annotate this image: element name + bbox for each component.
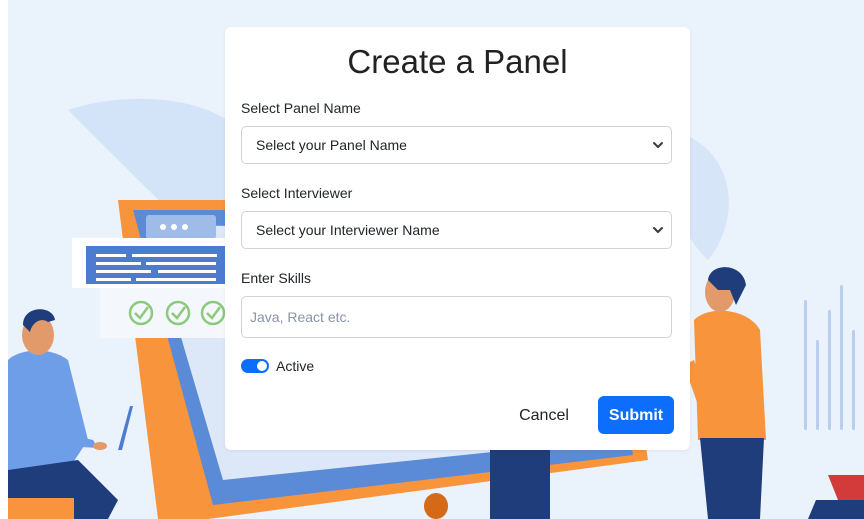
active-toggle[interactable] [241,359,269,373]
panel-name-select-value: Select your Panel Name [256,137,407,153]
modal-title: Create a Panel [347,43,568,80]
active-toggle-label: Active [276,358,315,374]
panel-name-select[interactable]: Select your Panel Name [241,126,672,164]
interviewer-label: Select Interviewer [241,185,353,201]
skills-label: Enter Skills [241,270,312,286]
create-panel-modal: Create a Panel Select Panel Name Select … [225,27,690,450]
chevron-down-icon [653,142,663,148]
toggle-knob [257,361,267,371]
submit-button[interactable]: Submit [598,396,674,434]
panel-name-label: Select Panel Name [241,100,361,116]
chevron-down-icon [653,227,663,233]
interviewer-select-value: Select your Interviewer Name [256,222,440,238]
cancel-button[interactable]: Cancel [508,396,580,434]
skills-input[interactable] [250,307,650,327]
skills-input-wrapper [241,296,672,338]
interviewer-select[interactable]: Select your Interviewer Name [241,211,672,249]
